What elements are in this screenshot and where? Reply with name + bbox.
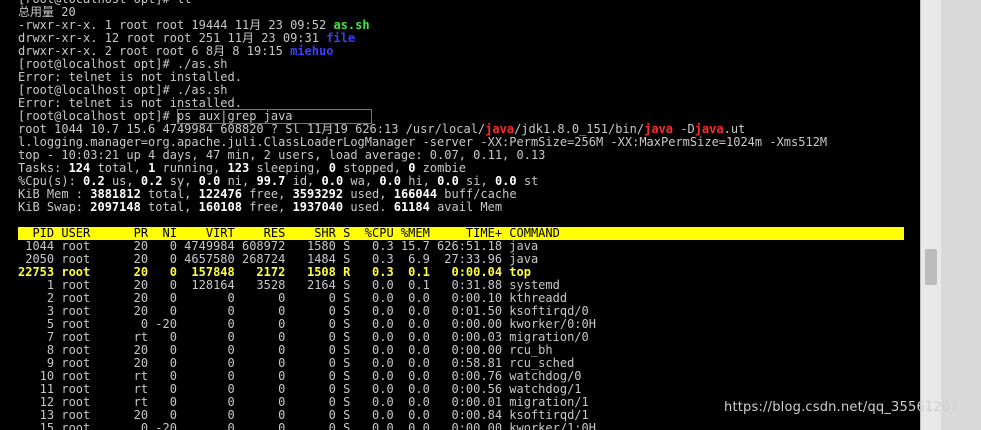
terminal-text: hi, [401, 174, 438, 188]
terminal-text: 0 [328, 161, 336, 175]
terminal-text: drwxr-xr-x. 12 root root 251 11月 23 09:3… [18, 31, 327, 45]
terminal-text: 2 root 20 0 0 0 0 S 0.0 0.0 0:00.10 kthr… [18, 291, 568, 305]
terminal-text: 124 [68, 161, 91, 175]
terminal-text: KiB Swap: [18, 200, 91, 214]
terminal-text: miehuo [290, 44, 334, 58]
terminal-text: 3881812 [90, 187, 141, 201]
terminal-text: 13 root 20 0 0 0 0 S 0.0 0.0 0:00.84 kso… [18, 408, 589, 422]
terminal-text: Error: telnet is not installed. [18, 70, 242, 84]
terminal-text: 0.0 [437, 174, 459, 188]
terminal-text: 99.7 [256, 174, 286, 188]
terminal-text: .ut [723, 122, 746, 136]
terminal-text: l.logging.manager=org.apache.juli.ClassL… [18, 135, 828, 149]
terminal-text: us, [104, 174, 141, 188]
terminal-text: id, [285, 174, 322, 188]
terminal-text: java [644, 122, 674, 136]
terminal-text: KiB Mem : [18, 187, 91, 201]
terminal-text: st [516, 174, 539, 188]
terminal-text: 12 root rt 0 0 0 0 S 0.0 0.0 0:00.01 mig… [18, 395, 589, 409]
terminal-text: 160108 [198, 200, 242, 214]
terminal-text: 123 [227, 161, 250, 175]
terminal-text: as.sh [333, 18, 370, 32]
terminal-text: 总用量 20 [18, 5, 76, 19]
terminal-text: Error: telnet is not installed. [18, 96, 242, 110]
terminal-text: total, [140, 187, 199, 201]
terminal-text: 2097148 [90, 200, 141, 214]
terminal-text: 0.0 [379, 174, 401, 188]
terminal-text: Tasks: [18, 161, 69, 175]
terminal-text: [root@localhost opt]# ./as.sh [18, 57, 228, 71]
terminal-text: sleeping, [249, 161, 329, 175]
terminal-text: 8 root 20 0 0 0 0 S 0.0 0.0 0:00.00 rcu_… [18, 343, 553, 357]
terminal-text: 61184 [393, 200, 430, 214]
terminal-text: sy, [162, 174, 199, 188]
vertical-scrollbar[interactable] [920, 0, 941, 430]
terminal-text: free, [241, 200, 293, 214]
terminal-text: 3593292 [292, 187, 344, 201]
terminal-text: 3 root 20 0 0 0 0 S 0.0 0.0 0:01.50 ksof… [18, 304, 589, 318]
terminal-text: /jdk1.8.0_151/bin/ [514, 122, 645, 136]
watermark: https://blog.csdn.net/qq_35561207 [724, 400, 959, 415]
terminal-text: free, [241, 187, 293, 201]
terminal-text: total, [140, 200, 199, 214]
terminal-text: java [485, 122, 515, 136]
terminal-text: 22753 root 20 0 157848 2172 1508 R 0.3 0… [18, 265, 531, 279]
scrollbar-thumb[interactable] [925, 249, 937, 285]
terminal-text: file [326, 31, 356, 45]
terminal-text: total, [90, 161, 149, 175]
terminal-text: [root@localhost opt]# ps aux|grep java [18, 109, 293, 123]
terminal-text: 11 root rt 0 0 0 0 S 0.0 0.0 0:00.56 wat… [18, 382, 582, 396]
terminal-text: wa, [343, 174, 380, 188]
terminal-text: 0.0 [321, 174, 344, 188]
terminal-text: 1 root 20 0 128164 3528 2164 S 0.0 0.1 0… [18, 278, 560, 292]
terminal-text: 0.0 [494, 174, 517, 188]
terminal-text: buff/cache [437, 187, 517, 201]
terminal-text: 15 root 0 -20 0 0 0 S 0.0 0.0 0:00.00 kw… [18, 421, 596, 430]
terminal-text: 1937040 [292, 200, 344, 214]
terminal-text: used. [343, 200, 394, 214]
terminal-text: 10 root rt 0 0 0 0 S 0.0 0.0 0:00.76 wat… [18, 369, 582, 383]
terminal-text: [root@localhost opt]# ./as.sh [18, 83, 228, 97]
terminal-text: 122476 [198, 187, 242, 201]
terminal-text: drwxr-xr-x. 2 root root 6 8月 8 19:15 [18, 44, 291, 58]
terminal-window[interactable]: [root@localhost opt]# ll总用量 20-rwxr-xr-x… [0, 0, 920, 430]
terminal-text: -rwxr-xr-x. 1 root root 19444 11月 23 09:… [18, 18, 334, 32]
terminal-text: 0.2 [140, 174, 163, 188]
terminal-text: 9 root 20 0 0 0 0 S 0.0 0.0 0:58.81 rcu_… [18, 356, 575, 370]
terminal-output: [root@localhost opt]# ll总用量 20-rwxr-xr-x… [18, 0, 904, 430]
terminal-text: avail Mem [429, 200, 503, 214]
terminal-text: root 1044 10.7 15.6 4749984 608820 ? Sl … [18, 122, 486, 136]
terminal-text: stopped, [335, 161, 409, 175]
terminal-text: running, [155, 161, 228, 175]
terminal-line: 15 root 0 -20 0 0 0 S 0.0 0.0 0:00.00 kw… [18, 422, 904, 430]
terminal-text: -D [673, 122, 695, 136]
terminal-text: 1044 root 20 0 4749984 608972 1580 S 0.3… [18, 239, 539, 253]
terminal-text: top - 10:03:21 up 4 days, 47 min, 2 user… [18, 148, 546, 162]
terminal-text: 7 root rt 0 0 0 0 S 0.0 0.0 0:00.03 migr… [18, 330, 589, 344]
terminal-text: 2050 root 20 0 4657580 268724 1484 S 0.3… [18, 252, 539, 266]
terminal-line: KiB Swap: 2097148 total, 160108 free, 19… [18, 201, 904, 214]
terminal-text: ni, [220, 174, 257, 188]
terminal-text: zombie [415, 161, 467, 175]
terminal-text: 0.2 [83, 174, 105, 188]
terminal-text: %Cpu(s): [18, 174, 84, 188]
terminal-text: 166044 [393, 187, 438, 201]
terminal-text: si, [458, 174, 495, 188]
terminal-text: 5 root 0 -20 0 0 0 S 0.0 0.0 0:00.00 kwo… [18, 317, 596, 331]
terminal-text: used, [343, 187, 394, 201]
terminal-text: java [694, 122, 724, 136]
terminal-text: 0.0 [198, 174, 221, 188]
